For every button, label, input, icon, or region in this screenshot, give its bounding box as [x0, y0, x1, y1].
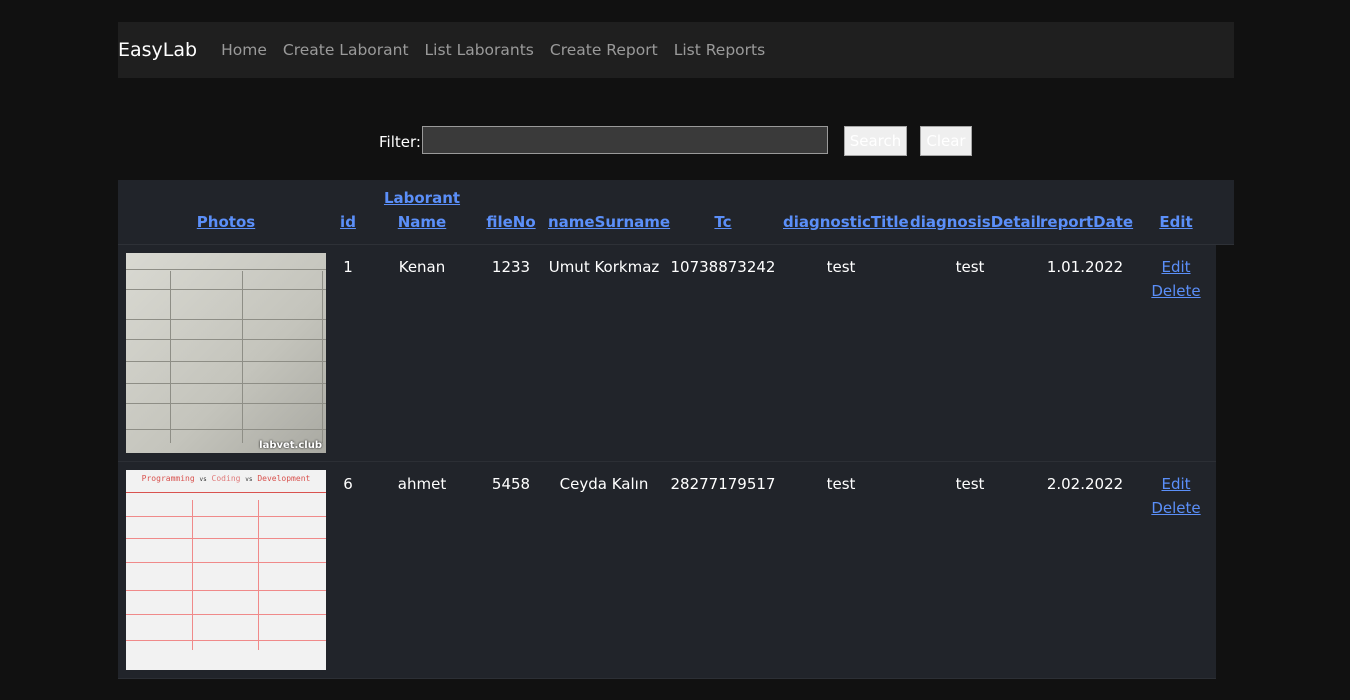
cell-actions: Edit Delete: [1146, 255, 1206, 303]
cell-id: 1: [343, 258, 353, 276]
filter-bar: Filter: Search Clear: [0, 126, 1350, 156]
cell-namesurname: Umut Korkmaz: [548, 258, 660, 276]
edit-link[interactable]: Edit: [1146, 472, 1206, 496]
report-photo[interactable]: labvet.club: [126, 253, 326, 453]
header-laborant-name-line1: Laborant: [383, 189, 461, 207]
cell-id: 6: [343, 475, 353, 493]
nav-home[interactable]: Home: [221, 41, 267, 59]
nav-list-reports[interactable]: List Reports: [674, 41, 765, 59]
table-row: labvet.club 1 Kenan 1233 Umut Korkmaz 10…: [118, 245, 1216, 462]
brand-logo[interactable]: EasyLab: [118, 39, 197, 61]
cell-actions: Edit Delete: [1146, 472, 1206, 520]
cell-diagnostictitle: test: [826, 475, 856, 493]
header-edit[interactable]: Edit: [1154, 210, 1198, 234]
delete-link[interactable]: Delete: [1146, 279, 1206, 303]
nav-list-laborants[interactable]: List Laborants: [425, 41, 534, 59]
cell-tc: 28277179517: [670, 475, 776, 493]
cell-reportdate: 1.01.2022: [1046, 258, 1124, 276]
header-photos[interactable]: Photos: [188, 210, 264, 234]
cell-laborant: Kenan: [398, 258, 446, 276]
filter-input[interactable]: [422, 126, 828, 154]
photo-title: Programming vs Coding vs Development: [141, 474, 311, 483]
header-diagnosisdetail[interactable]: diagnosisDetail: [910, 210, 1041, 234]
cell-diagnosisdetail: test: [955, 475, 985, 493]
cell-fileno: 5458: [491, 475, 531, 493]
header-tc[interactable]: Tc: [703, 210, 743, 234]
edit-link[interactable]: Edit: [1146, 255, 1206, 279]
table-body: labvet.club 1 Kenan 1233 Umut Korkmaz 10…: [118, 245, 1216, 679]
header-reportdate[interactable]: reportDate: [1040, 210, 1133, 234]
nav-create-laborant[interactable]: Create Laborant: [283, 41, 409, 59]
reports-table: Photos id Laborant Name fileNo nameSurna…: [118, 180, 1234, 679]
header-laborant-name[interactable]: Laborant Name: [380, 186, 464, 234]
clear-button[interactable]: Clear: [920, 126, 972, 156]
table-row: Programming vs Coding vs Development 6 a…: [118, 462, 1216, 679]
cell-reportdate: 2.02.2022: [1046, 475, 1124, 493]
navbar: EasyLab Home Create Laborant List Labora…: [118, 22, 1234, 78]
cell-diagnostictitle: test: [826, 258, 856, 276]
table-header: Photos id Laborant Name fileNo nameSurna…: [118, 180, 1234, 245]
cell-laborant: ahmet: [397, 475, 447, 493]
cell-tc: 10738873242: [670, 258, 776, 276]
cell-fileno: 1233: [491, 258, 531, 276]
cell-diagnosisdetail: test: [955, 258, 985, 276]
nav-create-report[interactable]: Create Report: [550, 41, 658, 59]
header-fileno[interactable]: fileNo: [480, 210, 542, 234]
filter-label: Filter:: [379, 133, 421, 151]
photo-watermark: labvet.club: [259, 440, 322, 451]
header-laborant-name-line2: Name: [397, 213, 447, 231]
report-photo[interactable]: Programming vs Coding vs Development: [126, 470, 326, 670]
header-diagnostictitle[interactable]: diagnosticTitle: [783, 210, 909, 234]
cell-namesurname: Ceyda Kalın: [559, 475, 649, 493]
scanned-form-image: [126, 253, 326, 453]
header-namesurname[interactable]: nameSurname: [548, 210, 670, 234]
delete-link[interactable]: Delete: [1146, 496, 1206, 520]
header-id[interactable]: id: [333, 210, 363, 234]
search-button[interactable]: Search: [844, 126, 907, 156]
